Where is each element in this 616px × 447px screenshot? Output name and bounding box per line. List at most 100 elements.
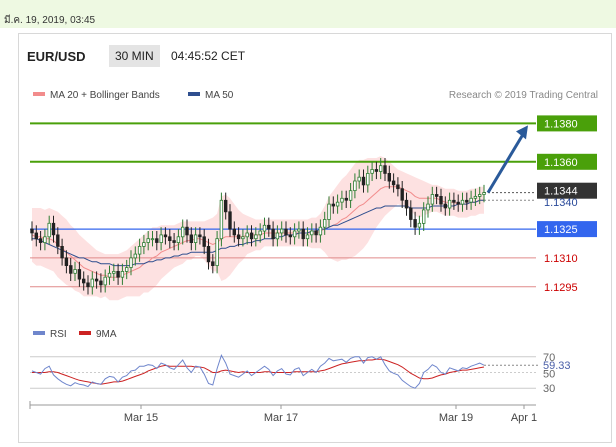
candle-body xyxy=(353,180,357,192)
candle-body xyxy=(77,269,82,280)
candle-body xyxy=(219,199,224,240)
candle-body xyxy=(254,234,258,240)
candle-body xyxy=(310,230,314,236)
candle-body xyxy=(30,228,34,234)
candle-body xyxy=(249,232,254,240)
candle-body xyxy=(409,207,413,220)
candle-body xyxy=(241,236,245,240)
rsi-legend-swatch xyxy=(33,331,45,335)
price-chart: 1.1380 1.1360 1.13441.1340 1.1325 1.1310 1.12… xyxy=(29,90,598,424)
x-axis-tick-label: Mar 15 xyxy=(124,412,158,424)
resistance-1-label: 1.1360 xyxy=(544,157,578,169)
candle-body xyxy=(327,203,331,220)
candle-body xyxy=(176,236,181,244)
ma20-legend-label: MA 20 + Bollinger Bands xyxy=(50,90,160,101)
candle-body xyxy=(335,201,340,207)
candle-body xyxy=(159,234,163,243)
candle-body xyxy=(267,224,271,230)
candle-body xyxy=(90,278,94,288)
projection-arrow xyxy=(486,133,525,194)
candle-body xyxy=(142,242,146,247)
candle-body xyxy=(271,228,275,240)
candle-body xyxy=(51,222,56,236)
candle-body xyxy=(439,195,443,205)
candle-body xyxy=(38,238,43,243)
candle-body xyxy=(43,236,47,244)
rsi-9ma-line xyxy=(32,358,485,385)
candle-body xyxy=(193,234,198,243)
candle-body xyxy=(69,265,73,274)
candle-body xyxy=(452,199,456,203)
candle-body xyxy=(172,240,176,243)
ma50-legend-swatch xyxy=(188,92,200,96)
candle-body xyxy=(413,219,417,228)
candle-body xyxy=(378,165,383,172)
candle-body xyxy=(314,230,318,236)
candle-body xyxy=(275,232,280,240)
pivot-label: 1.1325 xyxy=(544,224,578,236)
candle-body xyxy=(465,199,469,203)
candle-body xyxy=(163,234,168,238)
rsi-tick-50: 50 xyxy=(543,369,555,381)
candle-body xyxy=(34,232,38,240)
candle-body xyxy=(185,226,189,236)
candle-body xyxy=(297,228,301,232)
x-axis-tick-label: Mar 19 xyxy=(439,412,473,424)
candle-body xyxy=(215,238,219,266)
candle-body xyxy=(383,165,387,174)
candle-body xyxy=(125,267,129,272)
candle-body xyxy=(477,194,482,197)
candle-body xyxy=(103,276,107,286)
candle-body xyxy=(447,199,452,209)
candle-body xyxy=(288,234,292,238)
candle-body xyxy=(94,278,99,282)
candle-body xyxy=(460,199,465,205)
candle-body xyxy=(116,270,120,278)
candle-body xyxy=(434,194,439,197)
resistance-2-label: 1.1380 xyxy=(544,118,578,130)
bollinger-band-area xyxy=(32,156,484,301)
candle-body xyxy=(198,234,202,238)
rsi-line xyxy=(31,354,485,389)
candle-body xyxy=(245,232,249,238)
candle-body xyxy=(344,197,348,201)
ma50-legend-label: MA 50 xyxy=(205,90,234,101)
candle-body xyxy=(150,238,155,241)
candle-body xyxy=(86,282,90,288)
support-2-label: 1.1295 xyxy=(544,282,578,294)
candle-body xyxy=(82,278,86,284)
candle-body xyxy=(400,188,404,201)
candle-body xyxy=(262,224,267,232)
candle-body xyxy=(206,245,211,263)
candle-body xyxy=(370,169,374,174)
candle-body xyxy=(228,211,232,230)
candle-body xyxy=(279,228,284,234)
credit-label: Research © 2019 Trading Central xyxy=(449,90,598,101)
candle-body xyxy=(396,184,400,190)
candle-body xyxy=(417,222,422,228)
candle-body xyxy=(301,228,305,240)
candle-body xyxy=(430,194,435,205)
candle-body xyxy=(284,228,288,236)
candle-body xyxy=(60,245,64,259)
candle-body xyxy=(473,195,478,199)
candle-body xyxy=(421,209,426,224)
ma9-legend-swatch xyxy=(79,331,91,335)
candle-body xyxy=(133,253,137,259)
candle-body xyxy=(374,169,379,172)
support-1-label: 1.1310 xyxy=(544,253,578,265)
candle-body xyxy=(73,269,77,274)
candle-body xyxy=(357,176,361,182)
ma-value-label: 1.1340 xyxy=(544,197,578,209)
candle-body xyxy=(47,222,51,238)
candle-body xyxy=(361,176,366,186)
candle-body xyxy=(292,230,297,238)
candle-body xyxy=(211,261,215,266)
candle-body xyxy=(120,270,125,278)
rsi-legend-label: RSI xyxy=(50,329,67,340)
candle-body xyxy=(366,172,370,186)
candle-body xyxy=(146,238,150,243)
candle-body xyxy=(180,226,185,238)
candle-body xyxy=(232,228,236,236)
candle-body xyxy=(322,219,327,228)
